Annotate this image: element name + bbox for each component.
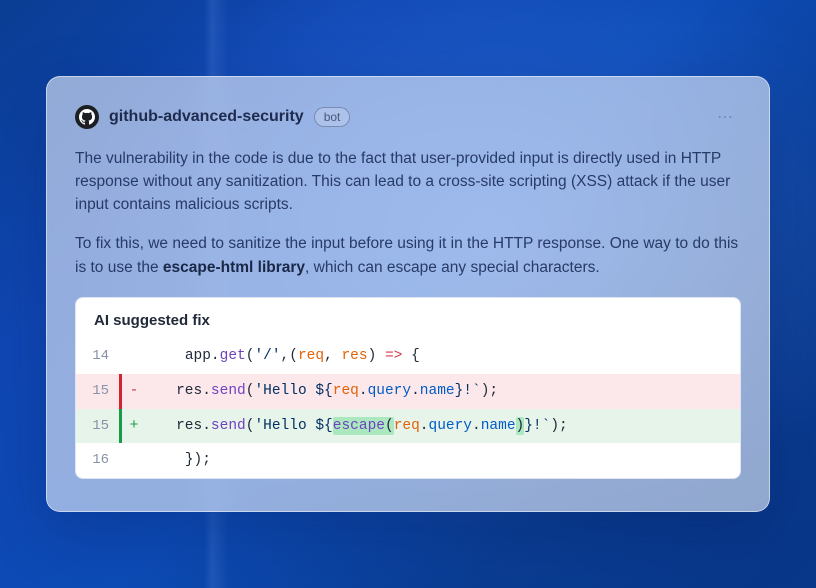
panel-title: AI suggested fix bbox=[76, 298, 740, 339]
code-content: app.get('/',(req, res) => { bbox=[146, 339, 740, 374]
suggested-fix-panel: AI suggested fix 14 app.get('/',(req, re… bbox=[75, 297, 741, 479]
diff-marker bbox=[122, 443, 146, 478]
author-avatar[interactable] bbox=[75, 105, 99, 129]
diff-marker: - bbox=[122, 374, 146, 409]
line-number: 14 bbox=[76, 339, 122, 374]
github-icon bbox=[79, 109, 95, 125]
line-number: 15 bbox=[76, 409, 122, 444]
code-content: }); bbox=[146, 443, 740, 478]
comment-paragraph-1: The vulnerability in the code is due to … bbox=[75, 147, 741, 217]
diff-line: 15+ res.send('Hello ${escape(req.query.n… bbox=[76, 409, 740, 444]
more-menu-icon[interactable]: ⋯ bbox=[711, 105, 741, 129]
diff-marker: + bbox=[122, 409, 146, 444]
diff-marker bbox=[122, 339, 146, 374]
p2-bold: escape-html library bbox=[163, 259, 305, 276]
code-content: res.send('Hello ${escape(req.query.name)… bbox=[146, 409, 740, 444]
diff-block: 14 app.get('/',(req, res) => {15- res.se… bbox=[76, 339, 740, 478]
comment-paragraph-2: To fix this, we need to sanitize the inp… bbox=[75, 232, 741, 279]
bot-badge: bot bbox=[314, 107, 351, 127]
author-name[interactable]: github-advanced-security bbox=[109, 108, 304, 126]
comment-card: github-advanced-security bot ⋯ The vulne… bbox=[46, 76, 770, 513]
code-content: res.send('Hello ${req.query.name}!`); bbox=[146, 374, 740, 409]
line-number: 16 bbox=[76, 443, 122, 478]
p2-suffix: , which can escape any special character… bbox=[305, 259, 600, 276]
diff-line: 15- res.send('Hello ${req.query.name}!`)… bbox=[76, 374, 740, 409]
diff-line: 14 app.get('/',(req, res) => { bbox=[76, 339, 740, 374]
diff-line: 16 }); bbox=[76, 443, 740, 478]
comment-header: github-advanced-security bot ⋯ bbox=[75, 105, 741, 129]
line-number: 15 bbox=[76, 374, 122, 409]
